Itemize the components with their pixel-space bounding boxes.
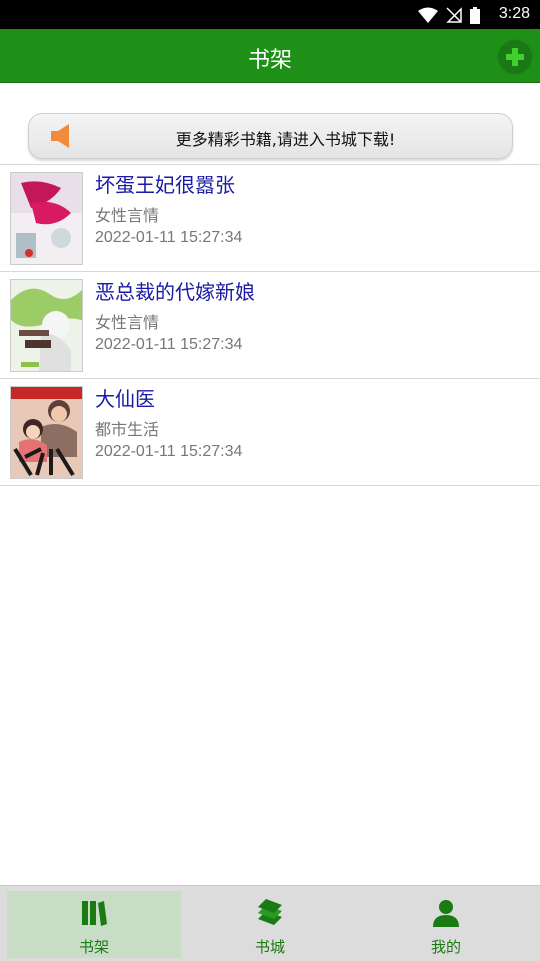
tab-label: 书架 bbox=[78, 938, 109, 956]
wifi-icon bbox=[418, 7, 438, 23]
no-signal-icon bbox=[446, 7, 462, 23]
book-category: 女性言情 bbox=[95, 206, 160, 225]
book-title: 大仙医 bbox=[95, 387, 155, 411]
book-item[interactable]: 大仙医 都市生活 2022-01-11 15:27:34 bbox=[0, 379, 540, 486]
bookstore-banner[interactable]: 更多精彩书籍,请进入书城下载! bbox=[28, 113, 513, 159]
book-cover bbox=[10, 172, 83, 265]
book-cover bbox=[10, 386, 83, 479]
tab-bookstore[interactable]: 书城 bbox=[183, 891, 357, 958]
tab-label: 我的 bbox=[430, 938, 461, 956]
app-bar: 书架 bbox=[0, 29, 540, 83]
book-title: 恶总裁的代嫁新娘 bbox=[95, 280, 255, 304]
bookshelf-icon bbox=[82, 901, 107, 926]
book-time: 2022-01-11 15:27:34 bbox=[95, 229, 243, 246]
bottom-tab-bar: 书架 书城 我的 bbox=[0, 885, 540, 961]
tab-bookshelf[interactable]: 书架 bbox=[7, 891, 181, 958]
banner-text: 更多精彩书籍,请进入书城下载! bbox=[175, 130, 396, 149]
book-item[interactable]: 坏蛋王妃很嚣张 女性言情 2022-01-11 15:27:34 bbox=[0, 165, 540, 272]
person-icon bbox=[433, 900, 459, 927]
book-title: 坏蛋王妃很嚣张 bbox=[95, 173, 235, 197]
status-time: 3:28 bbox=[498, 5, 530, 22]
book-item[interactable]: 恶总裁的代嫁新娘 女性言情 2022-01-11 15:27:34 bbox=[0, 272, 540, 379]
status-icons bbox=[418, 5, 480, 25]
tab-label: 书城 bbox=[254, 938, 285, 956]
battery-icon bbox=[470, 6, 480, 24]
book-time: 2022-01-11 15:27:34 bbox=[95, 336, 243, 353]
plus-icon bbox=[506, 48, 524, 66]
status-bar: 3:28 bbox=[0, 0, 540, 29]
book-stack-icon bbox=[258, 899, 282, 925]
add-book-button[interactable] bbox=[499, 41, 531, 73]
book-cover bbox=[10, 279, 83, 372]
tab-mine[interactable]: 我的 bbox=[359, 891, 533, 958]
book-list: 坏蛋王妃很嚣张 女性言情 2022-01-11 15:27:34 恶总裁的代嫁新… bbox=[0, 164, 540, 486]
book-category: 都市生活 bbox=[95, 420, 160, 439]
book-time: 2022-01-11 15:27:34 bbox=[95, 443, 243, 460]
book-category: 女性言情 bbox=[95, 313, 160, 332]
page-title: 书架 bbox=[247, 48, 292, 73]
